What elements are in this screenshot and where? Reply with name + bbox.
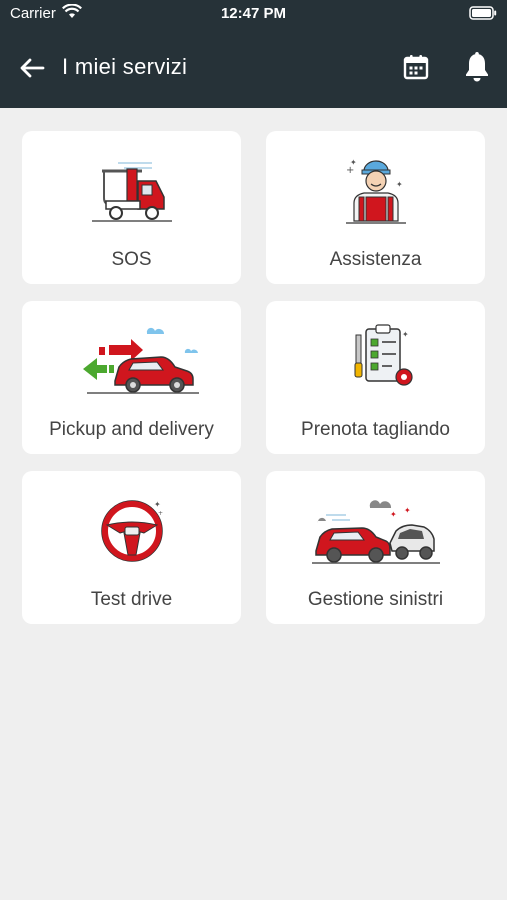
service-label: Pickup and delivery (49, 419, 214, 440)
svg-text:✦: ✦ (404, 506, 411, 515)
car-crash-icon: ✦ ✦ (266, 493, 485, 571)
page-title: I miei servizi (62, 54, 188, 79)
service-card-prenota-tagliando[interactable]: ✦ Prenota tagliando (266, 301, 485, 454)
service-label: Prenota tagliando (301, 419, 450, 440)
calendar-icon (403, 55, 429, 80)
steering-wheel-icon: ✦ + (22, 493, 241, 571)
pickup-delivery-car-icon (22, 323, 241, 401)
top-bar: Carrier 12:47 PM I miei servizi (0, 0, 507, 108)
battery-icon (469, 6, 497, 24)
navigation-bar: I miei servizi (0, 28, 507, 108)
svg-text:✦: ✦ (350, 158, 357, 167)
mechanic-icon: + ✦ ✦ (266, 153, 485, 231)
service-card-pickup-delivery[interactable]: Pickup and delivery (22, 301, 241, 454)
calendar-button[interactable] (401, 52, 431, 82)
notifications-button[interactable] (462, 51, 492, 83)
service-label: SOS (111, 249, 152, 270)
svg-text:✦: ✦ (154, 500, 161, 509)
tow-truck-icon (22, 153, 241, 231)
status-time: 12:47 PM (220, 5, 287, 22)
bell-icon (466, 52, 488, 82)
service-card-gestione-sinistri[interactable]: ✦ ✦ Gestione sinistri (266, 471, 485, 624)
service-card-test-drive[interactable]: ✦ + Test drive (22, 471, 241, 624)
svg-text:✦: ✦ (402, 330, 409, 339)
svg-text:✦: ✦ (390, 510, 397, 519)
status-bar: Carrier 12:47 PM (0, 0, 507, 28)
back-arrow-icon (20, 58, 45, 78)
service-label: Gestione sinistri (307, 589, 444, 610)
checklist-service-icon: ✦ (266, 323, 485, 401)
svg-text:✦: ✦ (396, 180, 403, 189)
service-card-sos[interactable]: SOS (22, 131, 241, 284)
service-label: Test drive (90, 589, 173, 610)
back-button[interactable] (16, 52, 48, 84)
service-card-assistenza[interactable]: + ✦ ✦ Assistenza (266, 131, 485, 284)
service-label: Assistenza (329, 249, 422, 270)
